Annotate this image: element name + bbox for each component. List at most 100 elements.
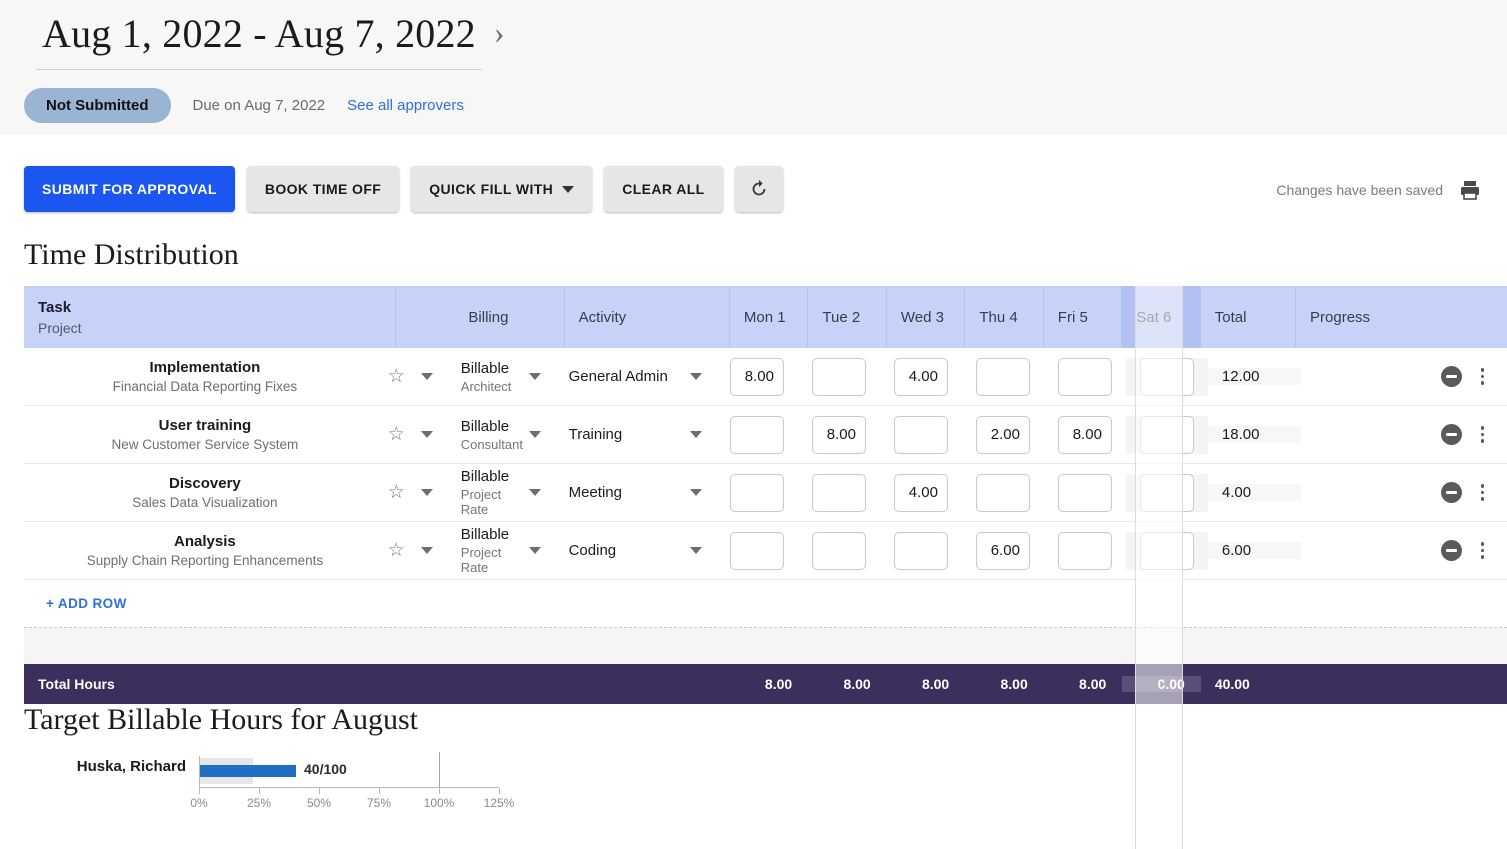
add-row-button[interactable]: + ADD ROW <box>24 596 127 611</box>
star-outline-icon[interactable]: ☆ <box>388 425 405 444</box>
hours-input[interactable] <box>1058 474 1112 512</box>
hours-cell-thu: 2.00 <box>962 416 1044 454</box>
star-outline-icon[interactable]: ☆ <box>388 541 405 560</box>
row-task-cell[interactable]: User training New Customer Service Syste… <box>24 417 386 452</box>
chevron-down-icon[interactable] <box>529 431 541 438</box>
header-billing: Billing <box>454 286 564 348</box>
chevron-down-icon[interactable] <box>690 373 702 380</box>
chevron-down-icon[interactable] <box>421 547 433 554</box>
row-billing-cell[interactable]: Billable Project Rate <box>447 526 555 575</box>
remove-circle-icon[interactable] <box>1441 540 1462 561</box>
chart-tick-label: 100% <box>424 796 455 810</box>
row-activity-cell[interactable]: Training <box>555 426 716 443</box>
hours-input[interactable] <box>894 532 948 570</box>
hours-input[interactable]: 8.00 <box>730 358 784 396</box>
row-total-cell: 4.00 <box>1208 484 1301 501</box>
hours-cell-mon <box>716 416 798 454</box>
hours-input[interactable] <box>1140 358 1194 396</box>
kebab-menu-icon[interactable] <box>1478 423 1487 445</box>
kebab-menu-icon[interactable] <box>1478 481 1487 503</box>
chevron-right-icon[interactable]: › <box>494 16 505 48</box>
scroll-right-chevron-icon[interactable]: › <box>1160 666 1169 692</box>
quick-fill-label: QUICK FILL WITH <box>429 181 553 197</box>
chevron-down-icon[interactable] <box>690 547 702 554</box>
hours-input[interactable] <box>976 358 1030 396</box>
hours-input[interactable] <box>1058 358 1112 396</box>
billing-type: Billable <box>461 468 529 485</box>
star-outline-icon[interactable]: ☆ <box>388 367 405 386</box>
hours-cell-thu <box>962 358 1044 396</box>
hours-input[interactable] <box>1140 532 1194 570</box>
total-day-fri: 8.00 <box>1044 676 1123 692</box>
row-task-cell[interactable]: Discovery Sales Data Visualization <box>24 475 386 510</box>
chart-tick-mark <box>319 788 320 794</box>
row-task-cell[interactable]: Analysis Supply Chain Reporting Enhancem… <box>24 533 386 568</box>
hours-input[interactable] <box>812 358 866 396</box>
hours-cell-mon <box>716 532 798 570</box>
chevron-down-icon[interactable] <box>690 489 702 496</box>
row-activity-cell[interactable]: Coding <box>555 542 716 559</box>
time-distribution-title: Time Distribution <box>24 238 239 272</box>
kebab-menu-icon[interactable] <box>1478 539 1487 561</box>
table-row: User training New Customer Service Syste… <box>24 406 1507 464</box>
book-time-off-button[interactable]: BOOK TIME OFF <box>247 166 399 212</box>
row-activity-cell[interactable]: General Admin <box>555 368 716 385</box>
row-billing-cell[interactable]: Billable Architect <box>447 360 555 394</box>
row-billing-cell[interactable]: Billable Project Rate <box>447 468 555 517</box>
kebab-menu-icon[interactable] <box>1478 365 1487 387</box>
hours-cell-mon: 8.00 <box>716 358 798 396</box>
quick-fill-with-button[interactable]: QUICK FILL WITH <box>411 166 592 212</box>
row-activity-cell[interactable]: Meeting <box>555 484 716 501</box>
hours-input[interactable]: 4.00 <box>894 474 948 512</box>
project-name: New Customer Service System <box>111 437 298 452</box>
chart-tick-mark <box>199 788 200 794</box>
hours-input[interactable] <box>812 532 866 570</box>
hours-input[interactable] <box>1140 474 1194 512</box>
billing-role: Project Rate <box>461 545 529 575</box>
hours-input[interactable] <box>812 474 866 512</box>
chevron-down-icon[interactable] <box>421 373 433 380</box>
hours-input[interactable] <box>730 532 784 570</box>
remove-circle-icon[interactable] <box>1441 366 1462 387</box>
billing-type: Billable <box>461 526 529 543</box>
hours-input[interactable]: 8.00 <box>812 416 866 454</box>
target-billable-chart: Huska, Richard 40/100 0%25%50%75%100%125… <box>24 748 544 838</box>
hours-input[interactable] <box>894 416 948 454</box>
hours-cell-mon <box>716 474 798 512</box>
timesheet-page: chevron-left-icon Aug 1, 2022 - Aug 7, 2… <box>0 0 1507 849</box>
hours-input[interactable]: 4.00 <box>894 358 948 396</box>
row-total-cell: 6.00 <box>1208 542 1301 559</box>
hours-input[interactable]: 6.00 <box>976 532 1030 570</box>
chevron-down-icon[interactable] <box>421 431 433 438</box>
print-icon[interactable] <box>1457 178 1483 202</box>
hours-input[interactable] <box>1058 532 1112 570</box>
date-range-label[interactable]: Aug 1, 2022 - Aug 7, 2022 <box>36 10 482 70</box>
hours-input[interactable] <box>976 474 1030 512</box>
hours-input[interactable] <box>1140 416 1194 454</box>
chevron-down-icon[interactable] <box>529 373 541 380</box>
header-day-sat: Sat 6 <box>1122 286 1200 348</box>
remove-circle-icon[interactable] <box>1441 482 1462 503</box>
hours-input[interactable]: 2.00 <box>976 416 1030 454</box>
star-outline-icon[interactable]: ☆ <box>388 483 405 502</box>
chevron-down-icon[interactable] <box>529 547 541 554</box>
timesheet-grid: Task Project Billing Activity Mon 1 Tue … <box>24 286 1507 704</box>
chevron-down-icon[interactable] <box>690 431 702 438</box>
hours-input[interactable] <box>730 474 784 512</box>
row-billing-cell[interactable]: Billable Consultant <box>447 418 555 452</box>
header-day-tue: Tue 2 <box>808 286 886 348</box>
submit-for-approval-button[interactable]: SUBMIT FOR APPROVAL <box>24 166 235 212</box>
clear-all-button[interactable]: CLEAR ALL <box>604 166 722 212</box>
task-name: Discovery <box>169 475 241 492</box>
see-all-approvers-link[interactable]: See all approvers <box>347 97 464 114</box>
row-task-cell[interactable]: Implementation Financial Data Reporting … <box>24 359 386 394</box>
chevron-down-icon[interactable] <box>529 489 541 496</box>
refresh-button[interactable] <box>735 166 783 212</box>
hours-input[interactable]: 8.00 <box>1058 416 1112 454</box>
remove-circle-icon[interactable] <box>1441 424 1462 445</box>
chevron-down-icon[interactable] <box>421 489 433 496</box>
activity-value: Coding <box>569 542 617 559</box>
activity-value: Meeting <box>569 484 622 501</box>
chart-tick-mark <box>499 788 500 794</box>
hours-input[interactable] <box>730 416 784 454</box>
